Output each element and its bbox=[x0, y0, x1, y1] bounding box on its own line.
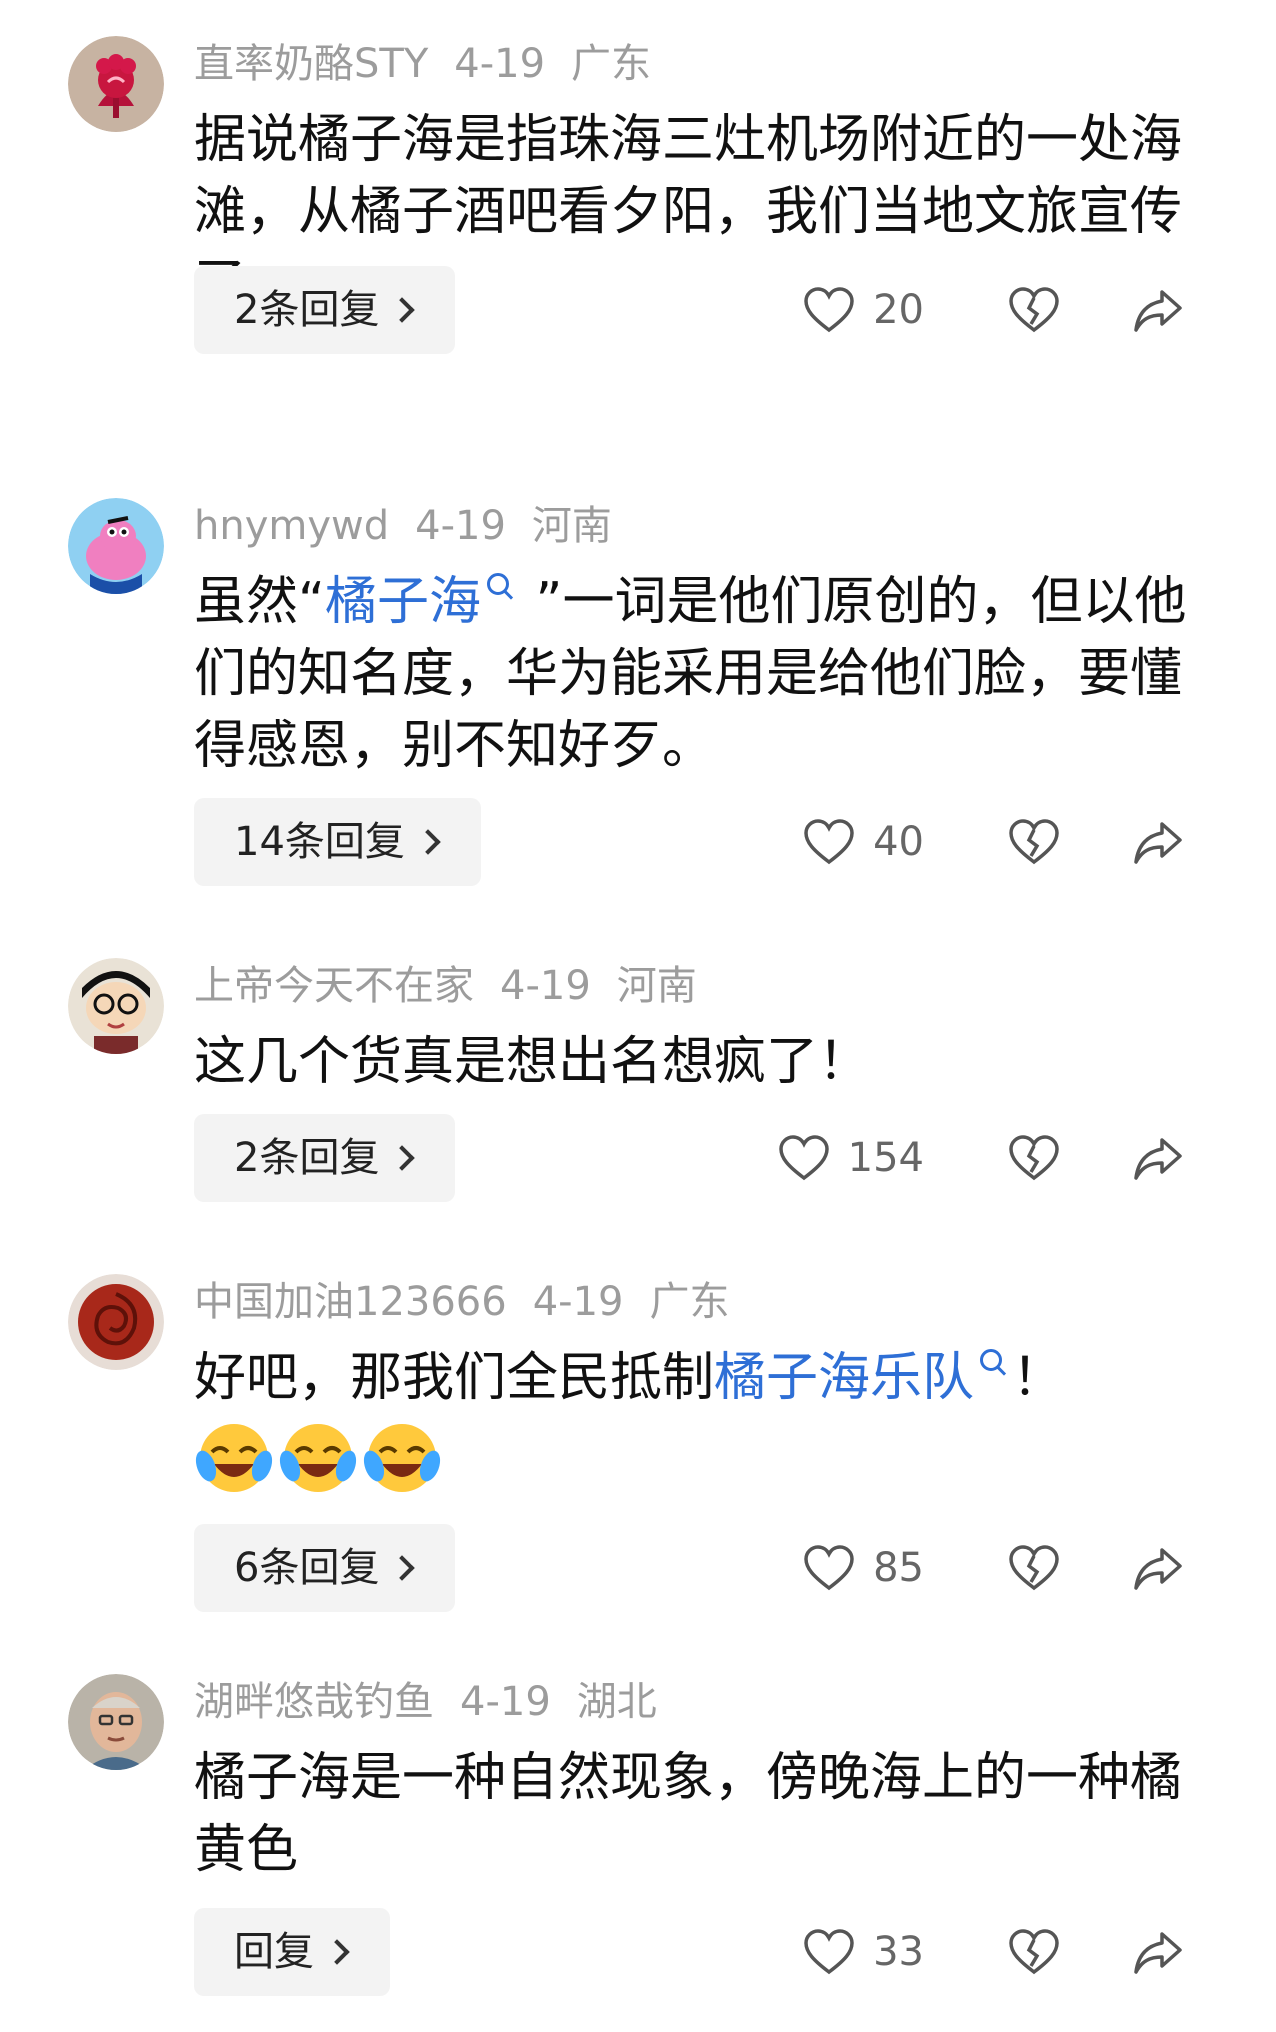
rose-avatar-icon bbox=[68, 1274, 164, 1370]
view-replies-button[interactable]: 2条回复 bbox=[194, 266, 456, 354]
chevron-right-icon bbox=[389, 1555, 416, 1581]
comment-text: 虽然“橘子海 ”一词是他们原创的，但以他们的知名度，华为能采用是给他们脸，要懂得… bbox=[194, 566, 1194, 782]
comment-meta: 中国加油123666 4-19 广东 bbox=[194, 1274, 755, 1330]
broken-heart-icon[interactable] bbox=[1008, 818, 1060, 866]
view-replies-button[interactable]: 6条回复 bbox=[194, 1524, 456, 1612]
search-icon bbox=[486, 573, 509, 595]
view-replies-button[interactable]: 2条回复 bbox=[194, 1114, 456, 1202]
heart-icon bbox=[804, 1929, 854, 1975]
like-button[interactable]: 85 bbox=[803, 1524, 924, 1612]
comment-actions: 154 bbox=[764, 1114, 1184, 1202]
red-flower-avatar-icon bbox=[68, 36, 164, 132]
comment-date: 4-19 bbox=[500, 963, 591, 1009]
comment-actions: 85 bbox=[764, 1524, 1184, 1612]
laughing-crying-emoji-icon bbox=[363, 1424, 441, 1492]
comment-date: 4-19 bbox=[454, 41, 546, 87]
laughing-crying-emoji-icon bbox=[195, 1424, 273, 1492]
reply-label: 6条回复 bbox=[234, 1545, 380, 1591]
like-count: 154 bbox=[847, 1135, 924, 1181]
like-button[interactable]: 40 bbox=[803, 798, 924, 886]
broken-heart-icon[interactable] bbox=[1008, 286, 1060, 334]
elderly-man-avatar-icon bbox=[68, 1674, 164, 1770]
comment-text: 橘子海是一种自然现象，傍晚海上的一种橘黄色 bbox=[194, 1748, 1183, 1880]
reply-label: 14条回复 bbox=[234, 819, 405, 865]
share-icon[interactable] bbox=[1132, 816, 1184, 868]
user-avatar[interactable] bbox=[68, 498, 164, 594]
share-icon[interactable] bbox=[1132, 1132, 1184, 1184]
comment-text: 这几个货真是想出名想疯了！ bbox=[194, 1032, 871, 1092]
comment-date: 4-19 bbox=[460, 1679, 551, 1725]
reply-label: 2条回复 bbox=[234, 287, 380, 333]
like-button[interactable]: 154 bbox=[778, 1114, 924, 1202]
comment-region: 湖北 bbox=[576, 1679, 657, 1725]
user-avatar[interactable] bbox=[68, 1674, 164, 1770]
heart-icon bbox=[804, 287, 854, 333]
like-count: 20 bbox=[873, 287, 924, 333]
view-replies-button[interactable]: 14条回复 bbox=[194, 798, 481, 886]
comment-meta: 上帝今天不在家 4-19 河南 bbox=[194, 958, 723, 1014]
share-icon[interactable] bbox=[1132, 284, 1184, 336]
search-link[interactable]: 橘子海乐队 bbox=[714, 1348, 974, 1408]
username[interactable]: 中国加油123666 bbox=[194, 1279, 507, 1325]
chevron-right-icon bbox=[415, 829, 441, 855]
heart-icon bbox=[778, 1135, 829, 1181]
chevron-right-icon bbox=[389, 297, 416, 323]
view-replies-button[interactable]: 回复 bbox=[194, 1908, 390, 1996]
comment-meta: 湖畔悠哉钓鱼 4-19 湖北 bbox=[194, 1674, 683, 1730]
comment-region: 河南 bbox=[616, 963, 697, 1009]
comment-meta: hnymywd 4-19 河南 bbox=[194, 498, 638, 554]
comment-actions: 40 bbox=[764, 798, 1184, 886]
like-count: 40 bbox=[873, 819, 924, 865]
like-button[interactable]: 20 bbox=[803, 266, 924, 354]
like-count: 85 bbox=[873, 1545, 924, 1591]
like-button[interactable]: 33 bbox=[803, 1908, 924, 1996]
cartoon-boy-avatar-icon bbox=[68, 958, 164, 1054]
comment-text-before: 好吧，那我们全民抵制 bbox=[194, 1348, 715, 1408]
broken-heart-icon[interactable] bbox=[1008, 1134, 1060, 1182]
username[interactable]: hnymywd bbox=[194, 503, 389, 549]
like-count: 33 bbox=[873, 1929, 924, 1975]
comment-region: 河南 bbox=[531, 503, 612, 549]
pink-cartoon-avatar-icon bbox=[68, 498, 164, 594]
comment-meta: 直率奶酪STY 4-19 广东 bbox=[194, 36, 677, 92]
comment-actions: 20 bbox=[764, 266, 1184, 354]
reply-label: 2条回复 bbox=[234, 1135, 380, 1181]
emoji-row bbox=[194, 1416, 446, 1496]
laughing-crying-emoji-icon bbox=[279, 1424, 357, 1492]
comment-text: 好吧，那我们全民抵制橘子海乐队 ！ bbox=[194, 1342, 1194, 1414]
username[interactable]: 湖畔悠哉钓鱼 bbox=[194, 1679, 434, 1725]
chevron-right-icon bbox=[389, 1145, 416, 1171]
share-icon[interactable] bbox=[1132, 1542, 1184, 1594]
username[interactable]: 直率奶酪STY bbox=[194, 41, 428, 87]
chevron-right-icon bbox=[324, 1939, 350, 1965]
share-icon[interactable] bbox=[1132, 1926, 1184, 1978]
comment-region: 广东 bbox=[571, 41, 652, 87]
search-link[interactable]: 橘子海 bbox=[325, 572, 481, 632]
broken-heart-icon[interactable] bbox=[1008, 1928, 1060, 1976]
comment-region: 广东 bbox=[649, 1279, 730, 1325]
comment-date: 4-19 bbox=[415, 503, 506, 549]
user-avatar[interactable] bbox=[68, 1274, 164, 1370]
comment-text-after: ！ bbox=[1012, 1348, 1065, 1408]
heart-icon bbox=[804, 819, 854, 865]
comment-actions: 33 bbox=[764, 1908, 1184, 1996]
user-avatar[interactable] bbox=[68, 958, 164, 1054]
comment-text-before: 虽然“ bbox=[194, 572, 325, 632]
heart-icon bbox=[804, 1545, 854, 1591]
reply-label: 回复 bbox=[234, 1929, 314, 1975]
comment-date: 4-19 bbox=[532, 1279, 624, 1325]
broken-heart-icon[interactable] bbox=[1008, 1544, 1060, 1592]
username[interactable]: 上帝今天不在家 bbox=[194, 963, 474, 1009]
search-icon bbox=[980, 1349, 1003, 1371]
user-avatar[interactable] bbox=[68, 36, 164, 132]
